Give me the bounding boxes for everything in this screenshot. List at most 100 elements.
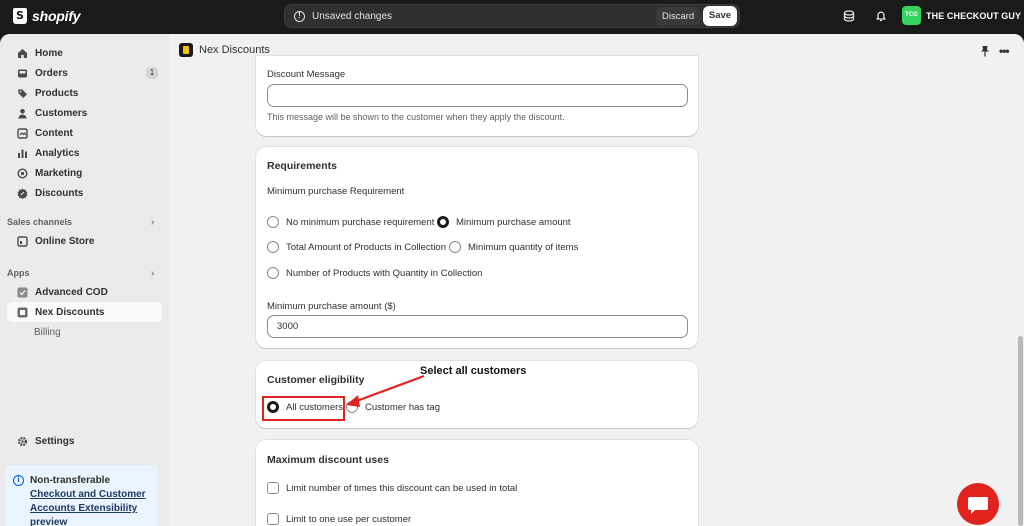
minimum-requirement-label: Minimum purchase Requirement — [267, 186, 405, 197]
radio-label: No minimum purchase requirement — [286, 216, 435, 228]
checkbox-box[interactable] — [267, 482, 279, 494]
sidebar-item-marketing[interactable]: Marketing — [7, 163, 162, 183]
sidebar-item-label: Customers — [35, 107, 88, 119]
sidebar-item-orders[interactable]: Orders 1 — [7, 63, 162, 83]
sales-channels-heading[interactable]: Sales channels — [7, 217, 72, 227]
scrollbar-thumb[interactable] — [1018, 336, 1023, 526]
pin-icon[interactable] — [980, 45, 990, 57]
sidebar-item-billing[interactable]: Billing — [34, 327, 61, 338]
radio-circle[interactable] — [267, 241, 279, 253]
storage-icon[interactable] — [843, 10, 855, 22]
sidebar-item-online-store[interactable]: Online Store — [7, 231, 162, 251]
checkbox-one-use-per-customer[interactable]: Limit to one use per customer — [267, 513, 411, 525]
radio-circle[interactable] — [449, 241, 461, 253]
store-avatar[interactable]: TCG — [902, 6, 921, 25]
radio-circle-selected[interactable] — [437, 216, 449, 228]
sidebar-item-products[interactable]: Products — [7, 83, 162, 103]
sidebar-item-label: Analytics — [35, 147, 80, 159]
requirements-title: Requirements — [267, 160, 338, 172]
tag-icon — [15, 86, 29, 100]
minimum-amount-label: Minimum purchase amount ($) — [267, 301, 396, 312]
orders-icon — [15, 66, 29, 80]
annotation-text: Select all customers — [420, 365, 527, 377]
discount-message-help: This message will be shown to the custom… — [267, 112, 565, 122]
brand-wordmark: shopify — [32, 8, 81, 24]
radio-total-amount-collection[interactable]: Total Amount of Products in Collection — [267, 241, 446, 253]
scrollbar[interactable] — [1016, 66, 1024, 526]
notice-link[interactable]: preview — [30, 516, 156, 526]
chevron-right-icon[interactable]: › — [151, 217, 154, 228]
home-icon — [15, 46, 29, 60]
minimum-amount-input[interactable] — [267, 315, 688, 338]
sidebar-item-discounts[interactable]: Discounts — [7, 183, 162, 203]
sidebar-item-customers[interactable]: Customers — [7, 103, 162, 123]
content-icon — [15, 126, 29, 140]
radio-circle[interactable] — [267, 216, 279, 228]
bell-icon[interactable] — [875, 10, 887, 22]
shopify-logo[interactable]: shopify — [13, 8, 81, 24]
checkbox-limit-total-uses[interactable]: Limit number of times this discount can … — [267, 482, 517, 494]
radio-label: Number of Products with Quantity in Coll… — [286, 267, 483, 279]
checkbox-box[interactable] — [267, 513, 279, 525]
radio-label: Minimum quantity of items — [468, 241, 579, 253]
sidebar-item-label: Marketing — [35, 167, 83, 179]
notice-title: Non-transferable — [30, 475, 111, 486]
sidebar-item-label: Advanced COD — [35, 286, 108, 298]
nex-discounts-logo-icon — [179, 43, 193, 57]
highlight-box — [262, 396, 345, 421]
requirements-card: Requirements Minimum purchase Requiremen… — [256, 147, 698, 348]
radio-products-quantity-collection[interactable]: Number of Products with Quantity in Coll… — [267, 267, 482, 279]
unsaved-message: Unsaved changes — [312, 11, 393, 22]
nex-discounts-app-icon — [15, 305, 29, 319]
store-name[interactable]: THE CHECKOUT GUY — [926, 11, 1021, 21]
radio-no-minimum[interactable]: No minimum purchase requirement — [267, 216, 434, 228]
sidebar-item-label: Orders — [35, 67, 68, 79]
radio-minimum-amount[interactable]: Minimum purchase amount — [437, 216, 571, 228]
bar-chart-icon — [15, 146, 29, 160]
sidebar-item-nex-discounts[interactable]: Nex Discounts — [7, 302, 162, 322]
notice-link[interactable]: Checkout and Customer — [30, 488, 156, 502]
radio-label: Minimum purchase amount — [456, 216, 571, 228]
radio-circle[interactable] — [267, 267, 279, 279]
more-actions-icon[interactable]: ••• — [999, 44, 1010, 58]
advanced-cod-app-icon — [15, 285, 29, 299]
sidebar-item-advanced-cod[interactable]: Advanced COD — [7, 282, 162, 302]
info-icon: i — [13, 475, 24, 486]
orders-count-badge: 1 — [146, 67, 158, 79]
discount-message-card: Discount Message This message will be sh… — [256, 56, 698, 136]
maximum-uses-title: Maximum discount uses — [267, 454, 389, 466]
notice-link[interactable]: Accounts Extensibility — [30, 502, 156, 516]
discount-message-input[interactable] — [267, 84, 688, 107]
checkbox-label: Limit to one use per customer — [286, 513, 412, 525]
sidebar-item-content[interactable]: Content — [7, 123, 162, 143]
store-icon — [15, 234, 29, 248]
gear-icon — [15, 434, 29, 448]
sidebar-item-label: Settings — [35, 435, 75, 447]
sidebar: Home Orders 1 Products Customers Content… — [0, 34, 170, 526]
sidebar-item-label: Home — [35, 47, 63, 59]
sidebar-item-label: Products — [35, 87, 79, 99]
discard-button[interactable]: Discard — [656, 7, 701, 26]
chevron-right-icon[interactable]: › — [151, 268, 154, 279]
checkbox-label: Limit number of times this discount can … — [286, 482, 518, 494]
sidebar-item-label: Online Store — [35, 235, 95, 247]
sidebar-item-label: Content — [35, 127, 73, 139]
save-button[interactable]: Save — [703, 6, 737, 26]
sidebar-item-label: Nex Discounts — [35, 306, 105, 318]
annotation-arrow — [346, 374, 425, 407]
sidebar-item-label: Discounts — [35, 187, 84, 199]
discount-message-label: Discount Message — [267, 69, 346, 80]
target-icon — [15, 166, 29, 180]
discount-icon — [15, 186, 29, 200]
alert-icon: ! — [294, 11, 305, 22]
person-icon — [15, 106, 29, 120]
sidebar-item-home[interactable]: Home — [7, 43, 162, 63]
apps-heading[interactable]: Apps — [7, 268, 30, 278]
sidebar-item-analytics[interactable]: Analytics — [7, 143, 162, 163]
radio-label: Total Amount of Products in Collection — [286, 241, 447, 253]
sidebar-item-settings[interactable]: Settings — [7, 431, 162, 451]
maximum-uses-card: Maximum discount uses Limit number of ti… — [256, 440, 698, 526]
chat-button[interactable] — [957, 483, 999, 525]
radio-minimum-quantity[interactable]: Minimum quantity of items — [449, 241, 578, 253]
extensibility-notice: i Non-transferable Checkout and Customer… — [5, 465, 158, 526]
